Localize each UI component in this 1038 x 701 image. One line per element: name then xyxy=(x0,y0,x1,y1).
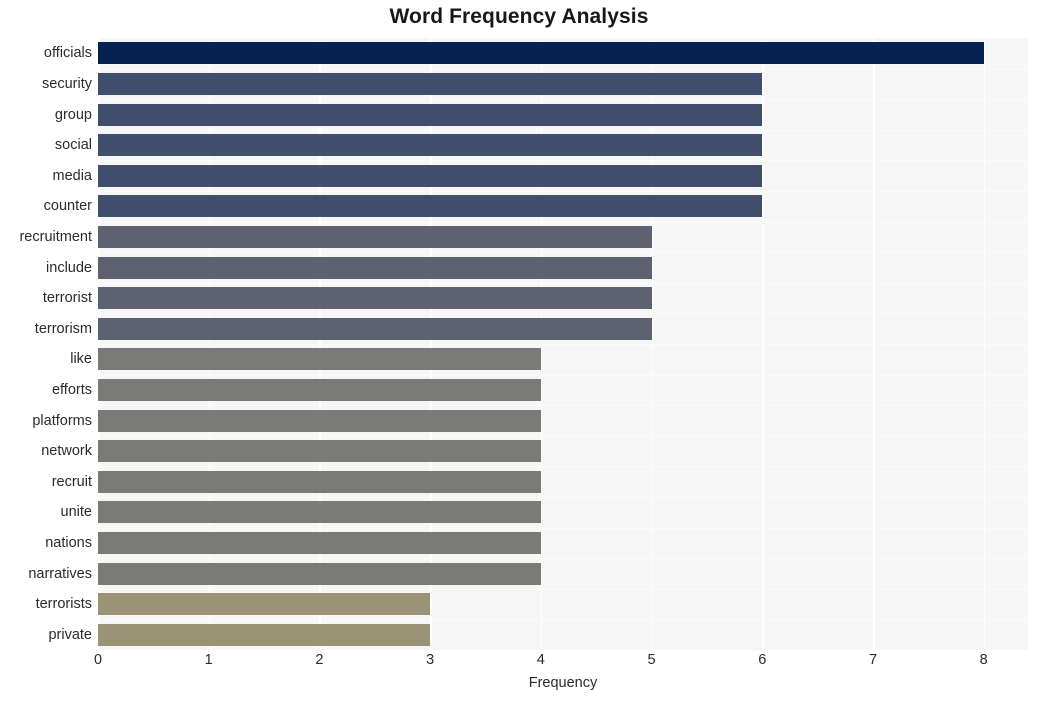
x-tick-label: 0 xyxy=(93,652,103,668)
y-gridline xyxy=(98,374,1028,376)
y-tick-label: terrorists xyxy=(35,596,92,613)
y-gridline xyxy=(98,588,1028,590)
y-tick-label: unite xyxy=(60,504,92,521)
x-tick-label: 3 xyxy=(426,652,435,668)
y-gridline xyxy=(98,160,1028,162)
x-tick-label: 7 xyxy=(868,652,878,668)
y-tick-label: platforms xyxy=(32,412,92,429)
bar-group[interactable] xyxy=(98,103,763,126)
y-tick-label: media xyxy=(52,167,93,184)
y-gridline xyxy=(98,466,1028,468)
y-tick-label: terrorist xyxy=(42,290,92,307)
page-title: Word Frequency Analysis xyxy=(389,5,649,28)
y-tick-label: narratives xyxy=(28,565,92,582)
y-tick-label: efforts xyxy=(51,381,92,398)
y-gridline xyxy=(98,282,1028,284)
y-gridline xyxy=(98,191,1028,192)
y-tick-label: officials xyxy=(43,45,92,62)
x-axis-title: Frequency xyxy=(528,675,598,691)
bar-recruitment[interactable] xyxy=(98,225,652,248)
bar-platforms[interactable] xyxy=(98,409,541,432)
y-gridline xyxy=(98,497,1028,498)
y-axis-tick-labels: officials security group social media counter… xyxy=(0,38,92,650)
bar-social[interactable] xyxy=(98,134,763,157)
y-tick-label: recruit xyxy=(51,473,92,490)
y-tick-label: nations xyxy=(45,534,92,551)
y-gridline xyxy=(98,558,1028,560)
y-gridline xyxy=(98,252,1028,254)
y-tick-label: like xyxy=(70,351,92,368)
bar-terrorists[interactable] xyxy=(98,593,431,616)
y-gridline xyxy=(98,221,1028,223)
bar-efforts[interactable] xyxy=(98,378,541,401)
bar-narratives[interactable] xyxy=(98,562,541,585)
bar-unite[interactable] xyxy=(98,501,541,524)
x-tick-label: 6 xyxy=(758,652,767,668)
y-tick-label: private xyxy=(48,626,92,643)
x-tick-label: 1 xyxy=(204,652,213,668)
y-gridline xyxy=(98,68,1028,70)
y-gridline xyxy=(98,435,1028,437)
bar-recruit[interactable] xyxy=(98,470,541,493)
y-tick-label: include xyxy=(46,259,92,276)
y-tick-label: counter xyxy=(43,198,92,215)
y-tick-label: network xyxy=(41,443,92,460)
plot-area xyxy=(98,38,1028,650)
bar-network[interactable] xyxy=(98,440,541,463)
bar-like[interactable] xyxy=(98,348,541,371)
y-gridline xyxy=(98,313,1028,315)
y-tick-label: group xyxy=(54,106,92,123)
bar-counter[interactable] xyxy=(98,195,763,218)
chart-figure: Word Frequency Analysis officials securit… xyxy=(0,0,1038,701)
y-tick-label: social xyxy=(54,137,92,154)
x-tick-label: 4 xyxy=(536,652,545,668)
y-gridline xyxy=(98,129,1028,131)
y-gridline xyxy=(98,99,1028,101)
bar-include[interactable] xyxy=(98,256,652,279)
x-axis-tick-labels: 0 1 2 3 4 5 6 7 8 xyxy=(94,652,1028,676)
bar-terrorist[interactable] xyxy=(98,287,652,310)
bar-nations[interactable] xyxy=(98,531,541,554)
bar-media[interactable] xyxy=(98,164,763,187)
x-tick-label: 8 xyxy=(979,652,988,668)
bar-private[interactable] xyxy=(98,623,431,646)
y-gridline xyxy=(98,405,1028,407)
y-tick-label: terrorism xyxy=(34,320,92,337)
y-gridline xyxy=(98,619,1028,621)
y-tick-label: security xyxy=(42,75,92,92)
y-gridline xyxy=(98,344,1028,345)
bar-security[interactable] xyxy=(98,72,763,95)
y-gridline xyxy=(98,527,1028,529)
y-tick-label: recruitment xyxy=(19,228,92,245)
x-tick-label: 2 xyxy=(315,652,324,668)
x-tick-label: 5 xyxy=(647,652,656,668)
bar-officials[interactable] xyxy=(98,42,984,65)
bar-terrorism[interactable] xyxy=(98,317,652,340)
